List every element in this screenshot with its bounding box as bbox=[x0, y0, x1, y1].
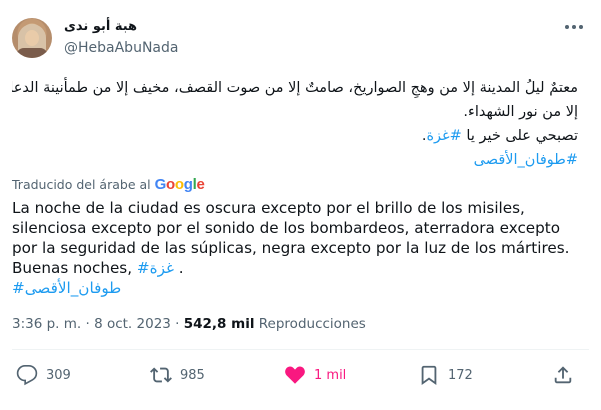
bookmark-count: 172 bbox=[448, 367, 473, 383]
retweet-button[interactable]: 985 bbox=[150, 364, 205, 386]
more-icon[interactable] bbox=[563, 20, 585, 34]
spanish-line-1: La noche de la ciudad es oscura excepto … bbox=[12, 199, 525, 217]
arabic-line-1: معتمٌ ليلُ المدينة إلا من وهجِ الصواريخ،… bbox=[12, 80, 578, 96]
tweet-meta: 3:36 p. m. · 8 oct. 2023 · 542,8 mil Rep… bbox=[12, 316, 366, 332]
like-count: 1 mil bbox=[314, 367, 347, 383]
hashtag-gaza-link[interactable]: #غزة bbox=[426, 128, 461, 144]
share-button[interactable] bbox=[552, 364, 574, 386]
reply-icon bbox=[16, 365, 38, 386]
tweet-actions: 309 985 1 mil 172 bbox=[12, 360, 589, 392]
reply-button[interactable]: 309 bbox=[16, 364, 71, 386]
avatar-shirt bbox=[16, 48, 48, 58]
tweet-time[interactable]: 3:36 p. m. bbox=[12, 316, 81, 332]
author-handle[interactable]: @HebaAbuNada bbox=[64, 40, 178, 56]
spanish-line-4-start: Buenas noches, bbox=[12, 259, 137, 277]
like-button[interactable]: 1 mil bbox=[284, 364, 346, 386]
arabic-line-3-text: تصبحي على خير يا bbox=[461, 128, 578, 144]
views-label: Reproducciones bbox=[254, 316, 366, 332]
tweet-date[interactable]: 8 oct. 2023 bbox=[94, 316, 171, 332]
spanish-line-2: silenciosa excepto por el sonido de los … bbox=[12, 219, 561, 237]
spanish-line-3: por la seguridad de las súplicas, negra … bbox=[12, 239, 570, 257]
tweet-header: هبة أبو ندى @HebaAbuNada bbox=[12, 16, 589, 64]
like-icon bbox=[285, 366, 305, 384]
arabic-line-4: #طوفان_الأقصى bbox=[12, 148, 578, 172]
hashtag-flood-translated-link[interactable]: #طوفان_الأقصى bbox=[12, 279, 121, 297]
google-logo: Google bbox=[154, 176, 205, 193]
meta-separator: · bbox=[170, 316, 184, 332]
retweet-icon bbox=[150, 367, 172, 383]
spanish-line-4-end: . bbox=[173, 259, 184, 277]
divider bbox=[12, 349, 589, 350]
tweet-text-spanish: La noche de la ciudad es oscura excepto … bbox=[12, 198, 592, 298]
avatar[interactable] bbox=[12, 18, 52, 58]
hashtag-flood-link[interactable]: #طوفان_الأقصى bbox=[474, 152, 578, 168]
arabic-line-2: إلا من نور الشهداء. bbox=[463, 104, 578, 120]
bookmark-button[interactable]: 172 bbox=[418, 364, 473, 386]
translation-label: Traducido del árabe al Google bbox=[12, 176, 205, 193]
retweet-count: 985 bbox=[180, 367, 205, 383]
share-icon bbox=[554, 366, 572, 384]
avatar-face bbox=[25, 30, 39, 46]
tweet-text-arabic: معتمٌ ليلُ المدينة إلا من وهجِ الصواريخ،… bbox=[12, 76, 578, 172]
arabic-line-3: تصبحي على خير يا #غزة. bbox=[12, 124, 578, 148]
reply-count: 309 bbox=[46, 367, 71, 383]
spanish-line-4: Buenas noches, #غزة . bbox=[12, 258, 592, 278]
meta-separator: · bbox=[81, 316, 95, 332]
hashtag-gaza-translated-link[interactable]: #غزة bbox=[137, 259, 174, 277]
bookmark-icon bbox=[421, 365, 437, 386]
spanish-line-5: #طوفان_الأقصى bbox=[12, 278, 592, 298]
views-count[interactable]: 542,8 mil bbox=[184, 316, 255, 332]
translated-text: Traducido del árabe al bbox=[12, 177, 151, 192]
author-name[interactable]: هبة أبو ندى bbox=[64, 19, 137, 34]
